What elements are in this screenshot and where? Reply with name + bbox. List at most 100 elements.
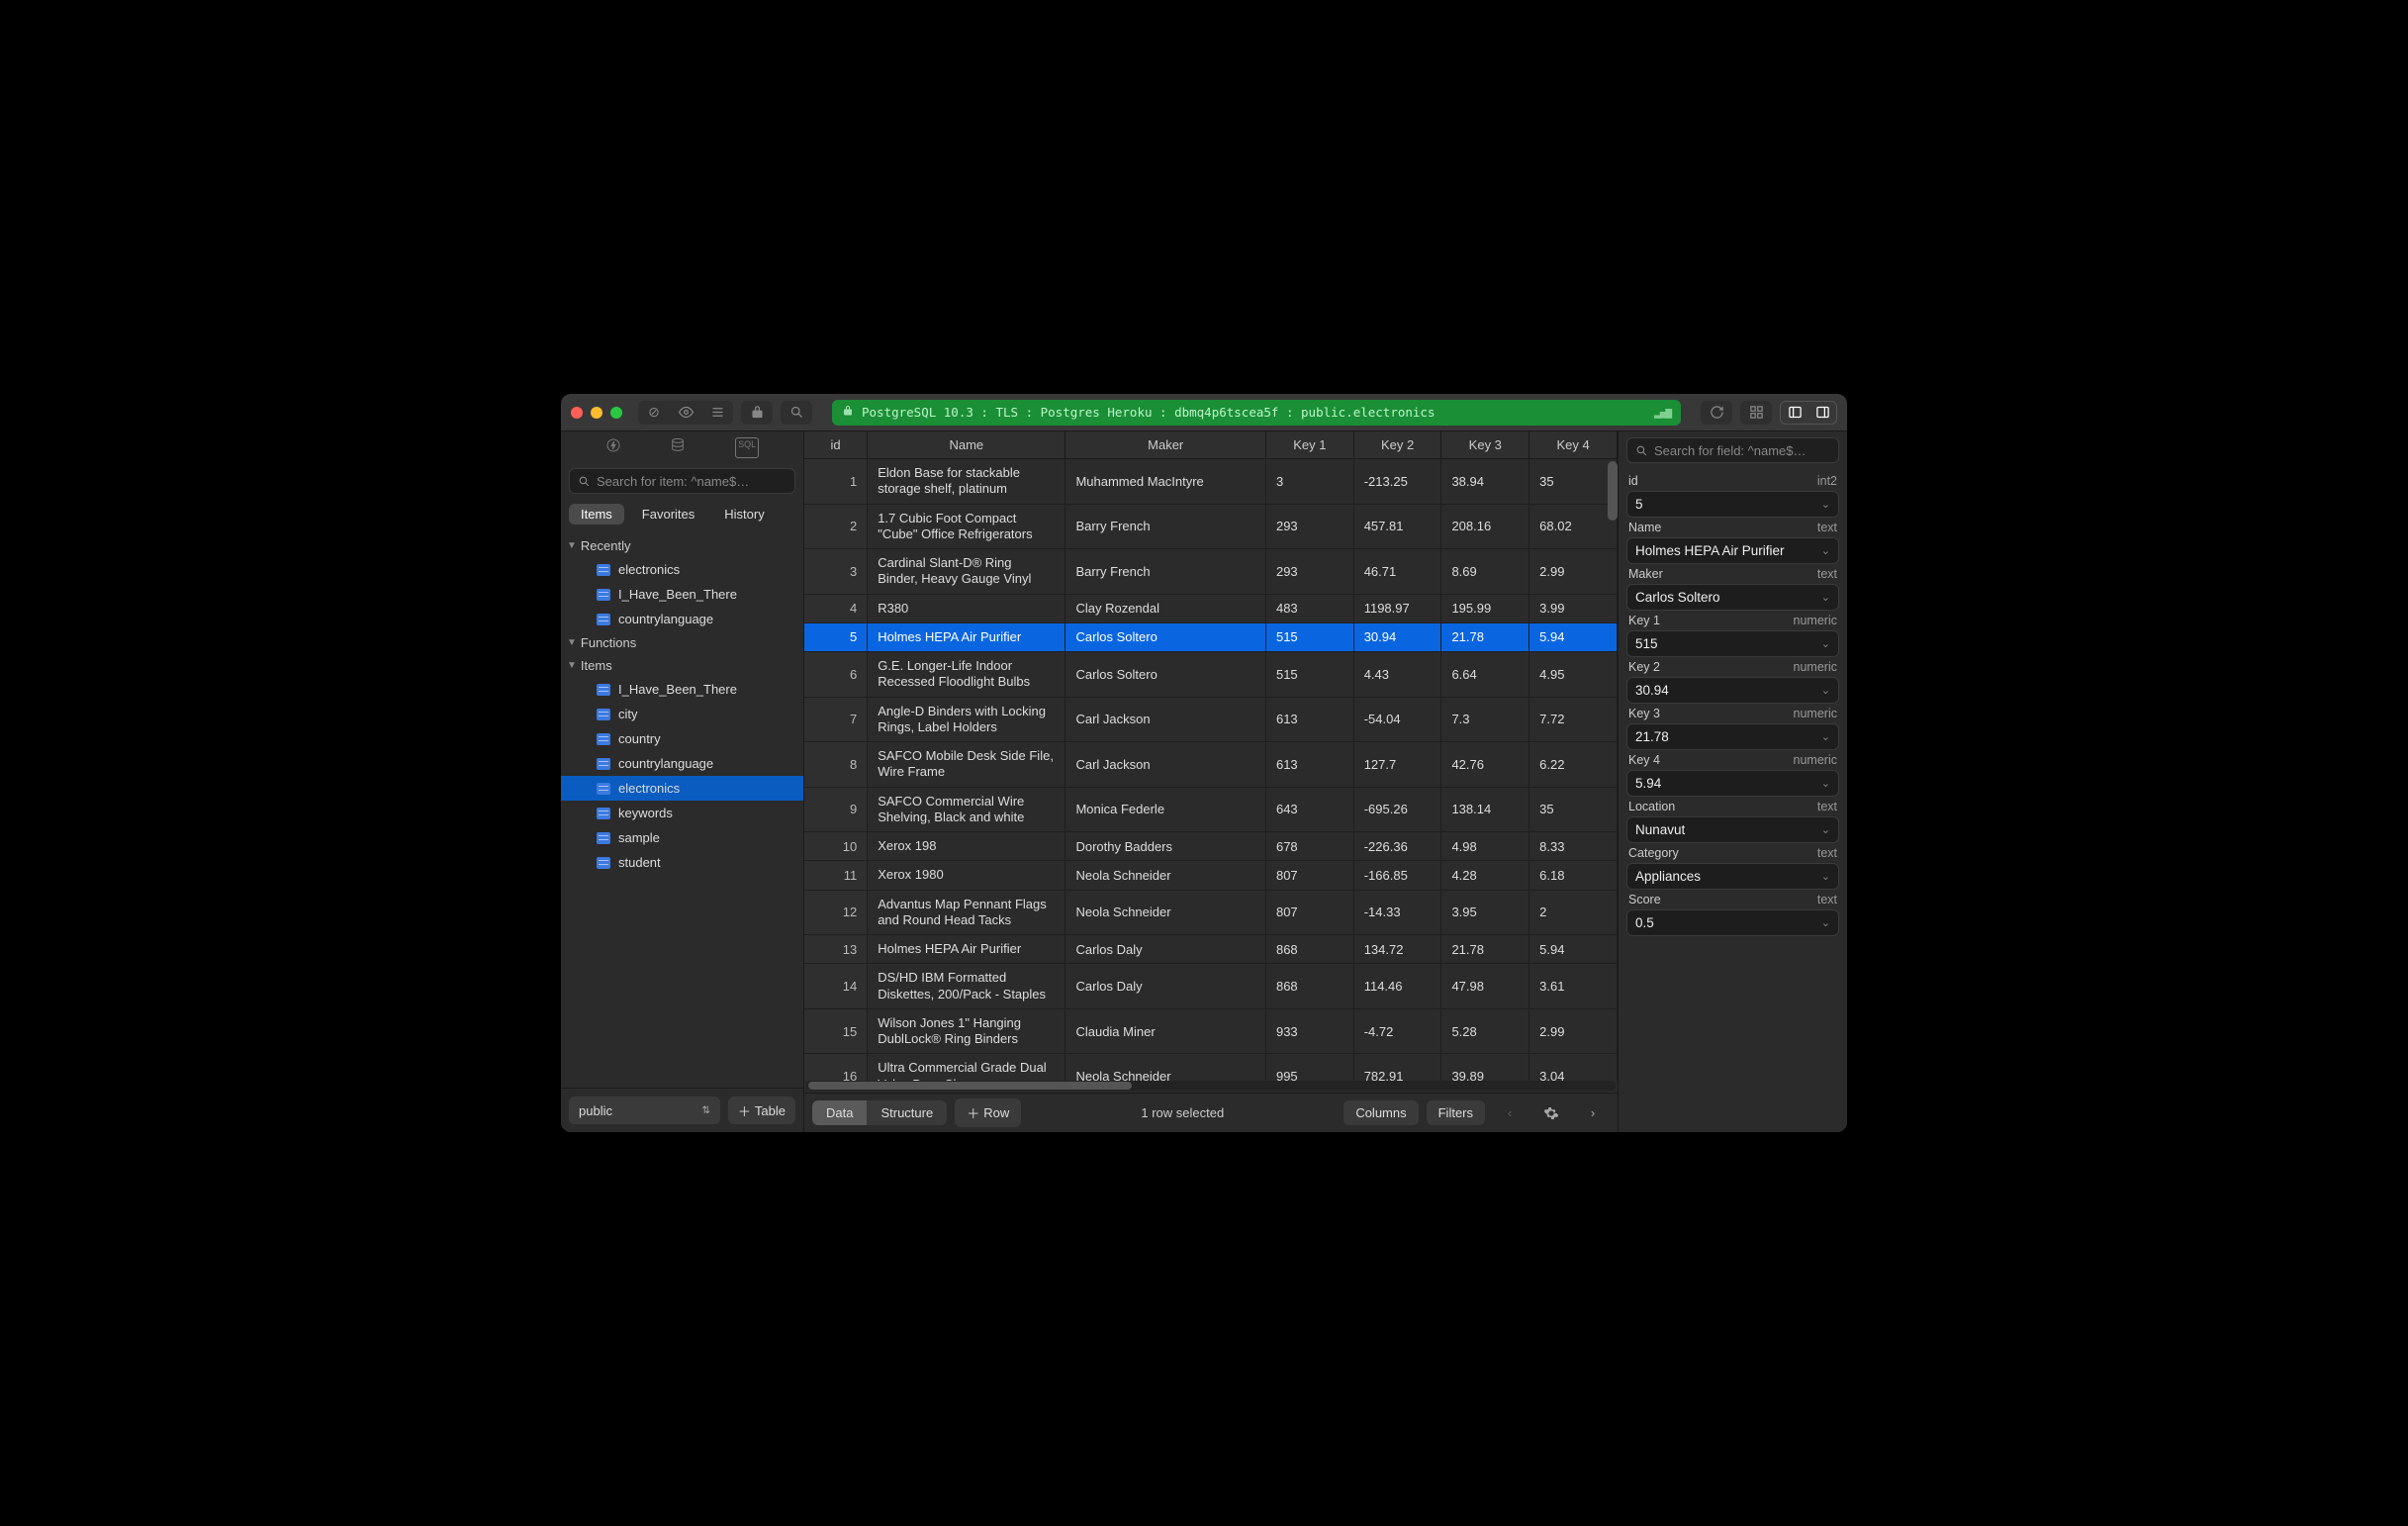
refresh-icon[interactable] — [1701, 401, 1732, 425]
close-window-button[interactable] — [571, 407, 583, 419]
cell-k2[interactable]: 134.72 — [1353, 935, 1441, 964]
cell-k3[interactable]: 138.14 — [1441, 787, 1529, 832]
cell-maker[interactable]: Carlos Daly — [1065, 964, 1266, 1009]
sidebar-search[interactable] — [569, 468, 795, 494]
sidebar-item-country[interactable]: country — [561, 726, 803, 751]
cell-k4[interactable]: 68.02 — [1529, 504, 1618, 549]
search-icon[interactable] — [781, 401, 812, 425]
table-row[interactable]: 9SAFCO Commercial Wire Shelving, Black a… — [804, 787, 1618, 832]
cell-k2[interactable]: -14.33 — [1353, 890, 1441, 935]
cell-k2[interactable]: -213.25 — [1353, 459, 1441, 505]
tab-history[interactable]: History — [712, 504, 776, 525]
field-input[interactable]: Nunavut⌄ — [1626, 816, 1839, 843]
cell-k2[interactable]: 457.81 — [1353, 504, 1441, 549]
column-header[interactable]: Key 2 — [1353, 431, 1441, 459]
cell-k3[interactable]: 47.98 — [1441, 964, 1529, 1009]
cell-name[interactable]: Holmes HEPA Air Purifier — [868, 622, 1065, 651]
cell-k2[interactable]: 30.94 — [1353, 622, 1441, 651]
sidebar-item-countrylanguage[interactable]: countrylanguage — [561, 751, 803, 776]
cell-name[interactable]: Holmes HEPA Air Purifier — [868, 935, 1065, 964]
cell-k1[interactable]: 293 — [1265, 549, 1353, 595]
cell-k4[interactable]: 3.99 — [1529, 594, 1618, 622]
field-input[interactable]: 30.94⌄ — [1626, 677, 1839, 704]
cell-k1[interactable]: 515 — [1265, 622, 1353, 651]
cell-name[interactable]: G.E. Longer-Life Indoor Recessed Floodli… — [868, 652, 1065, 698]
cell-name[interactable]: Eldon Base for stackable storage shelf, … — [868, 459, 1065, 505]
cell-maker[interactable]: Barry French — [1065, 504, 1266, 549]
cell-name[interactable]: DS/HD IBM Formatted Diskettes, 200/Pack … — [868, 964, 1065, 1009]
cell-k4[interactable]: 6.22 — [1529, 742, 1618, 788]
tree-section-header[interactable]: ▼Items — [561, 654, 803, 677]
table-row[interactable]: 12Advantus Map Pennant Flags and Round H… — [804, 890, 1618, 935]
field-input[interactable]: 21.78⌄ — [1626, 723, 1839, 750]
inspector-search[interactable] — [1626, 437, 1839, 463]
cell-k2[interactable]: 782.91 — [1353, 1054, 1441, 1081]
cell-k4[interactable]: 3.61 — [1529, 964, 1618, 1009]
cell-name[interactable]: Ultra Commercial Grade Dual Valve Door C… — [868, 1054, 1065, 1081]
cell-k4[interactable]: 2 — [1529, 890, 1618, 935]
cell-k3[interactable]: 39.89 — [1441, 1054, 1529, 1081]
next-page-button[interactable]: › — [1576, 1099, 1610, 1127]
database-icon[interactable] — [670, 437, 686, 458]
cell-k4[interactable]: 5.94 — [1529, 622, 1618, 651]
table-row[interactable]: 7Angle-D Binders with Locking Rings, Lab… — [804, 697, 1618, 742]
table-row[interactable]: 14DS/HD IBM Formatted Diskettes, 200/Pac… — [804, 964, 1618, 1009]
field-input[interactable]: 5.94⌄ — [1626, 770, 1839, 797]
cell-k3[interactable]: 7.3 — [1441, 697, 1529, 742]
cell-k1[interactable]: 807 — [1265, 890, 1353, 935]
sidebar-tree[interactable]: ▼RecentlyelectronicsI_Have_Been_Therecou… — [561, 530, 803, 1088]
cell-k3[interactable]: 4.98 — [1441, 832, 1529, 861]
sidebar-item-sample[interactable]: sample — [561, 825, 803, 850]
prev-page-button[interactable]: ‹ — [1493, 1099, 1527, 1127]
table-row[interactable]: 6G.E. Longer-Life Indoor Recessed Floodl… — [804, 652, 1618, 698]
cell-k3[interactable]: 208.16 — [1441, 504, 1529, 549]
cell-k2[interactable]: 114.46 — [1353, 964, 1441, 1009]
zoom-window-button[interactable] — [610, 407, 622, 419]
field-input[interactable]: Carlos Soltero⌄ — [1626, 584, 1839, 611]
table-row[interactable]: 16Ultra Commercial Grade Dual Valve Door… — [804, 1054, 1618, 1081]
cell-k1[interactable]: 613 — [1265, 697, 1353, 742]
cell-k3[interactable]: 4.28 — [1441, 861, 1529, 890]
filters-button[interactable]: Filters — [1427, 1100, 1485, 1125]
sidebar-item-city[interactable]: city — [561, 702, 803, 726]
cell-k1[interactable]: 678 — [1265, 832, 1353, 861]
cell-name[interactable]: Angle-D Binders with Locking Rings, Labe… — [868, 697, 1065, 742]
right-panel-toggle[interactable] — [1808, 402, 1836, 424]
columns-button[interactable]: Columns — [1343, 1100, 1418, 1125]
data-tab[interactable]: Data — [812, 1100, 867, 1125]
cell-k1[interactable]: 995 — [1265, 1054, 1353, 1081]
cell-maker[interactable]: Neola Schneider — [1065, 890, 1266, 935]
cell-name[interactable]: Cardinal Slant-D® Ring Binder, Heavy Gau… — [868, 549, 1065, 595]
cell-k3[interactable]: 5.28 — [1441, 1008, 1529, 1054]
sidebar-item-electronics[interactable]: electronics — [561, 776, 803, 801]
table-row[interactable]: 3Cardinal Slant-D® Ring Binder, Heavy Ga… — [804, 549, 1618, 595]
cell-k1[interactable]: 807 — [1265, 861, 1353, 890]
tab-items[interactable]: Items — [569, 504, 624, 525]
cell-k4[interactable]: 3.04 — [1529, 1054, 1618, 1081]
cell-k4[interactable]: 4.95 — [1529, 652, 1618, 698]
scrollbar-thumb[interactable] — [808, 1082, 1132, 1090]
cell-k3[interactable]: 3.95 — [1441, 890, 1529, 935]
cell-maker[interactable]: Barry French — [1065, 549, 1266, 595]
tree-section-header[interactable]: ▼Recently — [561, 534, 803, 557]
cell-k4[interactable]: 2.99 — [1529, 549, 1618, 595]
field-input[interactable]: Holmes HEPA Air Purifier⌄ — [1626, 537, 1839, 564]
cell-maker[interactable]: Claudia Miner — [1065, 1008, 1266, 1054]
grid-icon[interactable] — [1740, 401, 1772, 425]
left-panel-toggle[interactable] — [1781, 402, 1808, 424]
cell-k2[interactable]: 46.71 — [1353, 549, 1441, 595]
cell-k2[interactable]: -695.26 — [1353, 787, 1441, 832]
cell-k1[interactable]: 293 — [1265, 504, 1353, 549]
sidebar-item-I_Have_Been_There[interactable]: I_Have_Been_There — [561, 582, 803, 607]
cell-name[interactable]: Xerox 1980 — [868, 861, 1065, 890]
structure-tab[interactable]: Structure — [867, 1100, 947, 1125]
sidebar-item-electronics[interactable]: electronics — [561, 557, 803, 582]
cell-maker[interactable]: Carl Jackson — [1065, 697, 1266, 742]
cell-k2[interactable]: -4.72 — [1353, 1008, 1441, 1054]
cell-k1[interactable]: 868 — [1265, 964, 1353, 1009]
column-header[interactable]: Key 4 — [1529, 431, 1618, 459]
cell-maker[interactable]: Carlos Soltero — [1065, 652, 1266, 698]
cell-k3[interactable]: 38.94 — [1441, 459, 1529, 505]
cell-k4[interactable]: 35 — [1529, 787, 1618, 832]
horizontal-scrollbar[interactable] — [806, 1081, 1616, 1091]
